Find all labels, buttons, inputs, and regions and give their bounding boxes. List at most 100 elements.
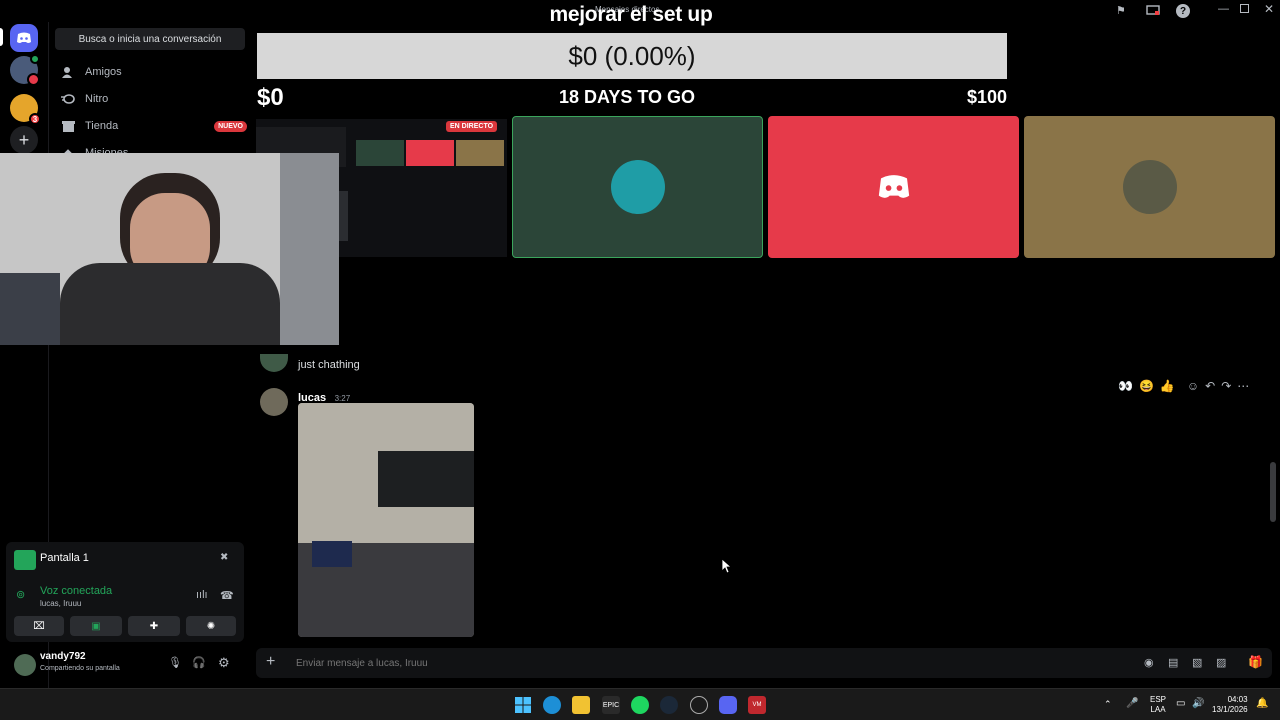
volume-icon[interactable]: 🔊 xyxy=(1192,698,1204,709)
search-conversation-button[interactable]: Busca o inicia una conversación xyxy=(55,28,245,50)
avatar xyxy=(1122,160,1177,214)
epic-games-icon[interactable]: EPIC xyxy=(602,696,620,714)
call-tile-user-2[interactable] xyxy=(768,116,1019,258)
image-icon[interactable]: ▨ xyxy=(1216,656,1226,669)
minimize-icon[interactable]: — xyxy=(1218,3,1229,15)
message-text: just chathing xyxy=(298,359,360,371)
screen-share-button[interactable]: ▣ xyxy=(70,616,122,636)
voice-status[interactable]: Voz conectada xyxy=(40,585,112,597)
message-input[interactable] xyxy=(296,652,1116,674)
chatgpt-icon[interactable] xyxy=(690,696,708,714)
boost-icon[interactable]: ◉ xyxy=(1144,656,1154,669)
goal-end: $100 xyxy=(966,87,1007,107)
edge-browser-icon[interactable] xyxy=(543,696,561,714)
activities-button[interactable]: ✚ xyxy=(128,616,180,636)
new-badge: NUEVO xyxy=(214,120,247,132)
add-server-icon[interactable]: + xyxy=(10,126,38,154)
stream-preview-icon xyxy=(14,550,36,570)
gif-icon[interactable]: ▤ xyxy=(1168,656,1178,669)
lang-bottom: LAA xyxy=(1150,705,1166,714)
call-tile-user-1[interactable] xyxy=(512,116,763,258)
inbox-icon[interactable]: ⚑ xyxy=(1116,4,1130,18)
webcam-overlay xyxy=(0,153,339,345)
sidebar-item-friends[interactable]: Amigos xyxy=(57,60,247,84)
add-reaction-icon[interactable]: ☺ xyxy=(1187,379,1199,393)
camera-toggle-button[interactable]: ⌧ xyxy=(14,616,64,636)
sidebar-item-label: Amigos xyxy=(85,66,122,78)
settings-gear-icon[interactable]: ⚙ xyxy=(218,655,230,671)
language-indicator[interactable]: ESP LAA xyxy=(1150,695,1166,715)
soundboard-button[interactable]: ✺ xyxy=(186,616,236,636)
close-stream-icon[interactable]: ✖ xyxy=(220,552,228,563)
spotify-icon[interactable] xyxy=(631,696,649,714)
smile-emoji-icon[interactable]: 😆 xyxy=(1139,379,1154,393)
reply-icon[interactable]: ↶ xyxy=(1205,379,1215,393)
microphone-icon[interactable]: 🎙 xyxy=(168,656,182,669)
goal-amount: $0 (0.00%) xyxy=(568,40,696,71)
more-icon[interactable]: ⋯ xyxy=(1237,379,1249,393)
avatar[interactable] xyxy=(14,654,36,676)
clock[interactable]: 04:03 13/1/2026 xyxy=(1212,695,1248,715)
forward-icon[interactable]: ↷ xyxy=(1221,379,1231,393)
sticker-icon[interactable]: ▧ xyxy=(1192,656,1202,669)
message-image-attachment[interactable] xyxy=(298,403,474,637)
close-icon[interactable]: ✕ xyxy=(1264,2,1274,16)
friends-icon xyxy=(61,65,75,79)
discord-logo-icon xyxy=(878,175,909,198)
voicemeeter-icon[interactable]: VM xyxy=(748,696,766,714)
soundboard-icon: ✺ xyxy=(206,620,216,632)
tray-mic-icon[interactable]: 🎤 xyxy=(1126,698,1138,709)
nitro-icon xyxy=(61,92,75,106)
discord-taskbar-icon[interactable] xyxy=(719,696,737,714)
attach-plus-icon[interactable]: + xyxy=(266,653,275,671)
screen-share-icon: ▣ xyxy=(91,620,101,632)
clock-time: 04:03 xyxy=(1227,695,1248,704)
user-status: Compartiendo su pantalla xyxy=(40,665,120,672)
noise-suppression-icon[interactable]: ıılı xyxy=(196,589,208,601)
network-icon[interactable]: ▭ xyxy=(1176,698,1185,709)
message-timestamp: 3:27 xyxy=(334,394,351,403)
dm-avatar-group[interactable] xyxy=(10,54,40,86)
avatar xyxy=(610,160,665,214)
avatar[interactable] xyxy=(260,388,288,416)
signal-icon[interactable]: ⊚ xyxy=(16,588,25,601)
activities-icon: ✚ xyxy=(149,620,159,632)
gift-icon[interactable]: 🎁 xyxy=(1248,655,1263,669)
user-panel: vandy792 Compartiendo su pantalla 🎙 🎧 ⚙ xyxy=(6,648,244,682)
message-hover-toolbar: 👀 😆 👍 ☺ ↶ ↷ ⋯ xyxy=(1118,376,1268,396)
username[interactable]: vandy792 xyxy=(40,651,86,662)
help-icon[interactable]: ? xyxy=(1176,4,1190,18)
discord-logo-icon xyxy=(17,32,31,43)
stream-overlay-title: mejorar el set up xyxy=(549,3,713,26)
home-button[interactable] xyxy=(10,24,38,52)
thumbs-up-emoji-icon[interactable]: 👍 xyxy=(1160,379,1175,393)
chat-messages: just chathing lucas 3:27 👀 😆 👍 ☺ ↶ ↷ ⋯ xyxy=(250,352,1280,644)
disconnect-icon[interactable]: ☎ xyxy=(220,589,234,602)
sidebar-item-shop[interactable]: Tienda NUEVO xyxy=(57,114,247,138)
file-explorer-icon[interactable] xyxy=(572,696,590,714)
message-composer: + ◉ ▤ ▧ ▨ 🎁 xyxy=(256,648,1272,678)
notification-bell-icon[interactable]: 🔔 xyxy=(1256,698,1268,709)
sidebar-item-label: Tienda xyxy=(85,120,119,132)
call-tile-user-3[interactable] xyxy=(1024,116,1275,258)
voice-connection-panel: Pantalla 1 ✖ ⊚ Voz conectada lucas, Iruu… xyxy=(6,542,244,642)
steam-icon[interactable] xyxy=(660,696,678,714)
sidebar-item-nitro[interactable]: Nitro xyxy=(57,87,247,111)
eyes-emoji-icon[interactable]: 👀 xyxy=(1118,379,1133,393)
maximize-icon[interactable] xyxy=(1240,4,1249,13)
stream-label: Pantalla 1 xyxy=(40,552,89,564)
tray-chevron-icon[interactable]: ⌃ xyxy=(1104,699,1112,710)
voice-channel: lucas, Iruuu xyxy=(40,599,82,608)
sidebar-item-label: Nitro xyxy=(85,93,109,105)
clock-date: 13/1/2026 xyxy=(1212,705,1248,714)
server-icon-roblox[interactable]: 3 xyxy=(10,94,41,125)
goal-days: 18 DAYS TO GO xyxy=(558,87,696,107)
notification-badge: 3 xyxy=(29,113,41,125)
headphones-icon[interactable]: 🎧 xyxy=(192,656,206,669)
chat-scrollbar[interactable] xyxy=(1270,462,1276,522)
active-indicator xyxy=(0,28,3,46)
lang-top: ESP xyxy=(1150,695,1167,704)
monitor-icon[interactable] xyxy=(1146,4,1160,18)
camera-off-icon: ⌧ xyxy=(33,620,45,632)
windows-start-icon[interactable] xyxy=(514,696,532,714)
